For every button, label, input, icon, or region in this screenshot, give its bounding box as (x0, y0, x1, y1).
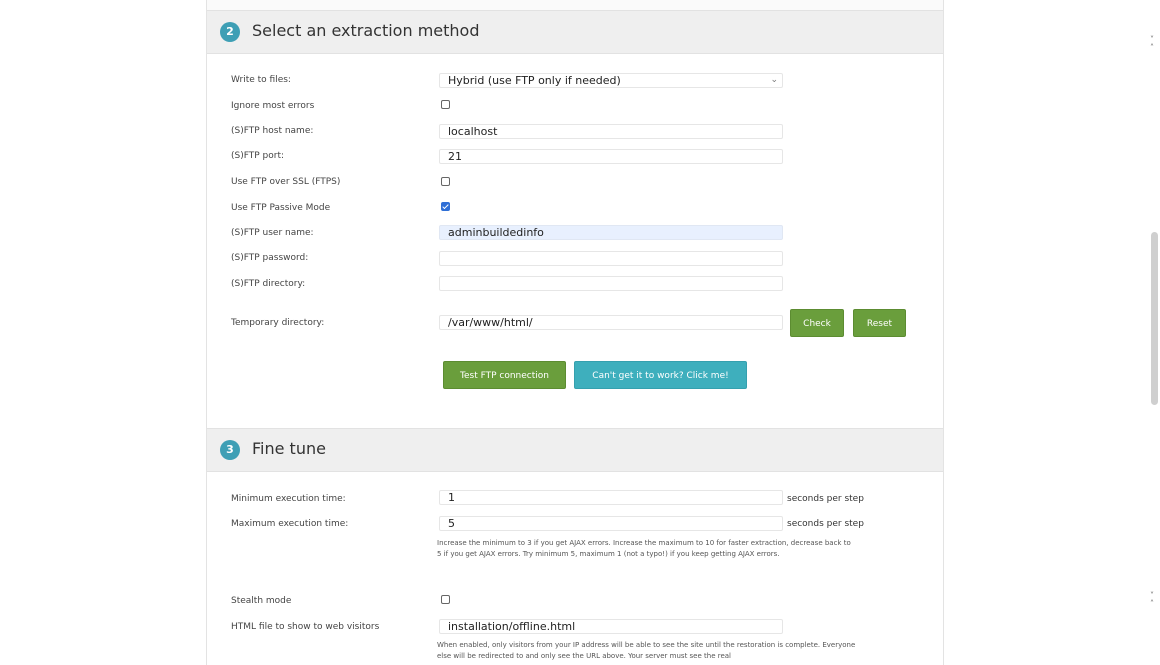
max-exec-label: Maximum execution time: (231, 519, 349, 529)
ftps-label: Use FTP over SSL (FTPS) (231, 177, 341, 187)
scrollbar-thumb[interactable] (1151, 232, 1158, 405)
html-file-input[interactable]: installation/offline.html (439, 619, 783, 634)
directory-input[interactable] (439, 276, 783, 291)
host-label: (S)FTP host name: (231, 126, 314, 136)
section-3-header: 3 Fine tune (207, 428, 943, 472)
temp-dir-label: Temporary directory: (231, 318, 325, 328)
scroll-up-arrow-icon[interactable]: ˅ ˄ (1150, 36, 1154, 52)
ignore-errors-label: Ignore most errors (231, 101, 315, 111)
password-input[interactable] (439, 251, 783, 266)
min-exec-unit: seconds per step (787, 494, 864, 504)
password-label: (S)FTP password: (231, 253, 309, 263)
step-number-badge: 3 (220, 440, 240, 460)
reset-button[interactable]: Reset (853, 309, 906, 337)
scroll-down-arrow-icon[interactable]: ˅ ˄ (1150, 592, 1154, 608)
exec-help-text: Increase the minimum to 3 if you get AJA… (437, 539, 851, 558)
temp-dir-input[interactable]: /var/www/html/ (439, 315, 783, 330)
ftps-checkbox[interactable] (441, 177, 450, 186)
max-exec-unit: seconds per step (787, 519, 864, 529)
ignore-errors-checkbox[interactable] (441, 100, 450, 109)
stealth-label: Stealth mode (231, 596, 292, 606)
write-to-files-select[interactable]: Hybrid (use FTP only if needed) ⌄ (439, 73, 783, 88)
min-exec-label: Minimum execution time: (231, 494, 346, 504)
step-number-badge: 2 (220, 22, 240, 42)
passive-mode-checkbox[interactable] (441, 202, 450, 211)
max-exec-input[interactable]: 5 (439, 516, 783, 531)
help-button[interactable]: Can't get it to work? Click me! (574, 361, 747, 389)
check-button[interactable]: Check (790, 309, 844, 337)
user-input[interactable]: adminbuildedinfo (439, 225, 783, 240)
main-panel: 2 Select an extraction method Write to f… (206, 0, 944, 665)
user-label: (S)FTP user name: (231, 228, 314, 238)
section-title: Select an extraction method (252, 21, 480, 40)
stealth-checkbox[interactable] (441, 595, 450, 604)
test-ftp-button[interactable]: Test FTP connection (443, 361, 566, 389)
section-title: Fine tune (252, 439, 326, 458)
host-input[interactable]: localhost (439, 124, 783, 139)
min-exec-input[interactable]: 1 (439, 490, 783, 505)
stealth-help-text: When enabled, only visitors from your IP… (437, 641, 856, 660)
section-2-header: 2 Select an extraction method (207, 10, 943, 54)
chevron-down-icon: ⌄ (770, 75, 778, 85)
passive-mode-label: Use FTP Passive Mode (231, 203, 331, 213)
html-file-label: HTML file to show to web visitors (231, 622, 380, 632)
write-to-files-value: Hybrid (use FTP only if needed) (448, 74, 621, 87)
write-to-files-label: Write to files: (231, 75, 291, 85)
port-label: (S)FTP port: (231, 151, 285, 161)
directory-label: (S)FTP directory: (231, 279, 306, 289)
port-input[interactable]: 21 (439, 149, 783, 164)
